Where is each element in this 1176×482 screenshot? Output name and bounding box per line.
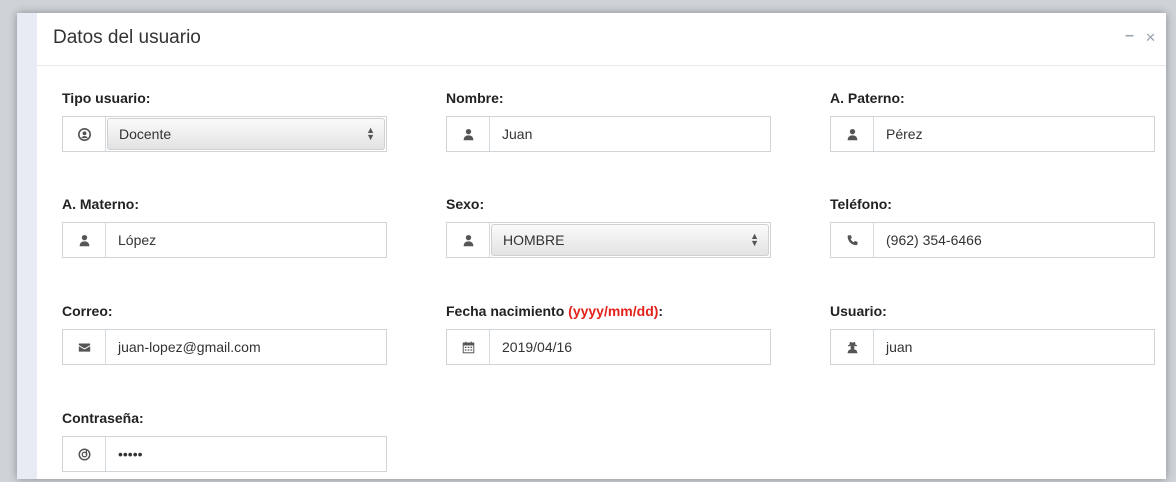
- tipo-usuario-value: Docente: [119, 126, 172, 142]
- sexo-select[interactable]: HOMBRE ▲ ▼: [491, 224, 769, 256]
- field-a-materno: A. Materno: López: [62, 194, 387, 258]
- panel-title: Datos del usuario: [53, 27, 201, 48]
- user-circle-icon: [63, 117, 106, 151]
- contrasena-label: Contraseña:: [62, 410, 144, 426]
- nombre-label: Nombre:: [446, 90, 504, 106]
- field-nombre: Nombre: Juan: [446, 88, 771, 152]
- date-format-hint: (yyyy/mm/dd): [568, 303, 659, 319]
- field-tipo-usuario: Tipo usuario: Docente ▲ ▼: [62, 88, 387, 152]
- sexo-value: HOMBRE: [503, 232, 565, 248]
- correo-group: juan-lopez@gmail.com: [62, 329, 387, 365]
- usuario-input[interactable]: juan: [874, 330, 1154, 364]
- field-contrasena: Contraseña: •••••: [62, 408, 387, 472]
- telefono-input[interactable]: (962) 354-6466: [874, 223, 1154, 257]
- sexo-group: HOMBRE ▲ ▼: [446, 222, 771, 258]
- sexo-label: Sexo:: [446, 196, 485, 212]
- fecha-label-colon: :: [658, 303, 664, 319]
- field-correo: Correo: juan-lopez@gmail.com: [62, 301, 387, 365]
- telefono-label: Teléfono:: [830, 196, 892, 212]
- correo-label: Correo:: [62, 303, 113, 319]
- a-materno-label: A. Materno:: [62, 196, 139, 212]
- user-secret-icon: [831, 330, 874, 364]
- nombre-group: Juan: [446, 116, 771, 152]
- usuario-label: Usuario:: [830, 303, 887, 319]
- select-arrows-icon: ▲ ▼: [750, 231, 759, 248]
- user-icon: [447, 223, 490, 257]
- user-icon: [447, 117, 490, 151]
- calendar-icon: [447, 330, 490, 364]
- close-icon[interactable]: ✕: [1145, 30, 1156, 46]
- telefono-group: (962) 354-6466: [830, 222, 1155, 258]
- user-data-panel: Datos del usuario – ✕ Tipo usuario: Doce…: [17, 13, 1166, 479]
- tipo-usuario-group: Docente ▲ ▼: [62, 116, 387, 152]
- usuario-group: juan: [830, 329, 1155, 365]
- lock-circle-icon: [63, 437, 106, 471]
- tipo-usuario-select[interactable]: Docente ▲ ▼: [107, 118, 385, 150]
- field-telefono: Teléfono: (962) 354-6466: [830, 194, 1155, 258]
- field-a-paterno: A. Paterno: Pérez: [830, 88, 1155, 152]
- fecha-nacimiento-input[interactable]: 2019/04/16: [490, 330, 770, 364]
- contrasena-group: •••••: [62, 436, 387, 472]
- field-fecha-nacimiento: Fecha nacimiento (yyyy/mm/dd): 2019/04/1…: [446, 301, 771, 365]
- contrasena-input[interactable]: •••••: [106, 437, 386, 471]
- select-arrows-icon: ▲ ▼: [366, 125, 375, 142]
- left-sidebar-stripe: [17, 13, 37, 479]
- panel-header: Datos del usuario – ✕: [37, 13, 1166, 66]
- field-sexo: Sexo: HOMBRE ▲ ▼: [446, 194, 771, 258]
- a-paterno-label: A. Paterno:: [830, 90, 905, 106]
- user-icon: [63, 223, 106, 257]
- tipo-usuario-label: Tipo usuario:: [62, 90, 151, 106]
- fecha-nacimiento-group: 2019/04/16: [446, 329, 771, 365]
- user-icon: [831, 117, 874, 151]
- a-materno-input[interactable]: López: [106, 223, 386, 257]
- envelope-icon: [63, 330, 106, 364]
- a-paterno-group: Pérez: [830, 116, 1155, 152]
- fecha-nacimiento-label: Fecha nacimiento (yyyy/mm/dd):: [446, 301, 771, 321]
- a-materno-group: López: [62, 222, 387, 258]
- field-usuario: Usuario: juan: [830, 301, 1155, 365]
- fecha-label-text: Fecha nacimiento: [446, 303, 569, 319]
- nombre-input[interactable]: Juan: [490, 117, 770, 151]
- phone-icon: [831, 223, 874, 257]
- minus-icon[interactable]: –: [1125, 27, 1134, 45]
- a-paterno-input[interactable]: Pérez: [874, 117, 1154, 151]
- correo-input[interactable]: juan-lopez@gmail.com: [106, 330, 386, 364]
